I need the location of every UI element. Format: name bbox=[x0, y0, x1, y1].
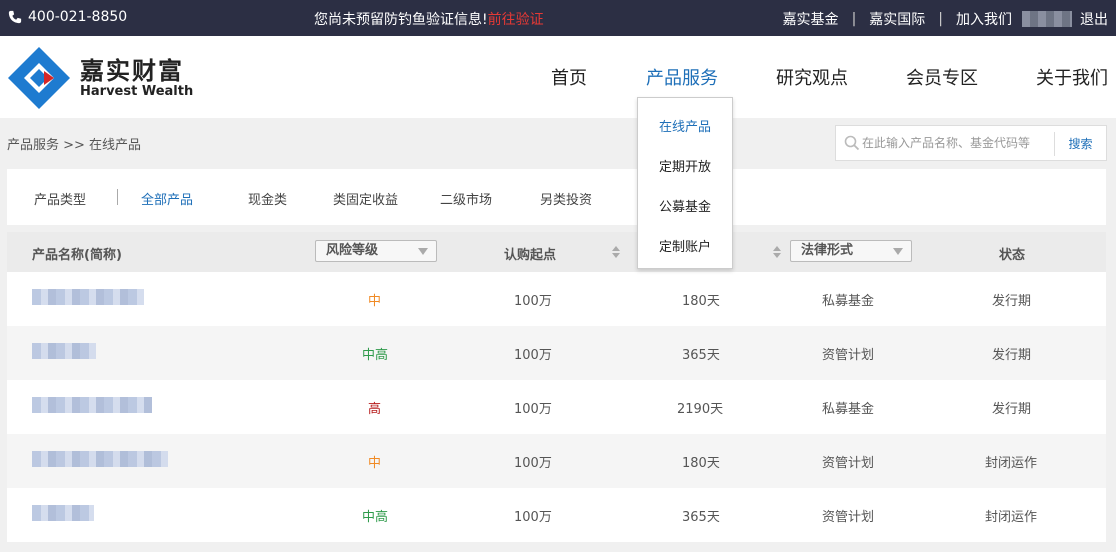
filter-divider bbox=[117, 189, 118, 205]
nav-products[interactable]: 产品服务 bbox=[646, 64, 718, 90]
risk-level: 高 bbox=[368, 402, 382, 417]
risk-level: 中高 bbox=[362, 510, 389, 525]
search-input[interactable] bbox=[862, 127, 1052, 159]
product-name-redacted[interactable] bbox=[32, 451, 168, 467]
harvest-logo-icon bbox=[8, 47, 70, 109]
filter-secondary-market[interactable]: 二级市场 bbox=[440, 189, 492, 208]
menu-item-periodic-open[interactable]: 定期开放 bbox=[638, 156, 732, 175]
risk-level: 中 bbox=[368, 294, 382, 309]
logout-link[interactable]: 退出 bbox=[1080, 9, 1108, 29]
verify-link[interactable]: 前往验证 bbox=[488, 12, 544, 28]
min-subscription: 100万 bbox=[514, 456, 552, 471]
username-redacted bbox=[1022, 11, 1072, 27]
top-links: 嘉实基金 | 嘉实国际 | 加入我们 退出 bbox=[783, 9, 1108, 29]
phone-icon bbox=[8, 10, 22, 24]
filter-quasi-fixed-income[interactable]: 类固定收益 bbox=[333, 189, 398, 208]
logo-text-cn: 嘉实财富 bbox=[80, 57, 184, 85]
min-subscription: 100万 bbox=[514, 348, 552, 363]
nav-about[interactable]: 关于我们 bbox=[1036, 64, 1108, 90]
chevron-down-icon bbox=[893, 248, 903, 255]
table-row[interactable]: 中高 100万 365天 资管计划 发行期 bbox=[7, 326, 1106, 380]
term: 365天 bbox=[682, 510, 720, 525]
sort-min-subscription-icon[interactable] bbox=[612, 246, 620, 260]
main-header: 嘉实财富 Harvest Wealth 首页 产品服务 研究观点 会员专区 关于… bbox=[0, 36, 1116, 118]
filter-all-products[interactable]: 全部产品 bbox=[141, 189, 193, 208]
nav-research[interactable]: 研究观点 bbox=[776, 64, 848, 90]
search-box: 搜索 bbox=[835, 125, 1107, 161]
nav-home[interactable]: 首页 bbox=[551, 64, 587, 90]
table-row[interactable]: 高 100万 2190天 私募基金 发行期 bbox=[7, 380, 1106, 434]
search-icon bbox=[844, 135, 860, 151]
legal-form: 私募基金 bbox=[822, 402, 875, 417]
breadcrumb: 产品服务 >> 在线产品 bbox=[7, 138, 142, 153]
filter-label: 产品类型 bbox=[34, 193, 87, 208]
min-subscription: 100万 bbox=[514, 294, 552, 309]
product-name-redacted[interactable] bbox=[32, 397, 152, 413]
legal-form: 资管计划 bbox=[822, 510, 875, 525]
term: 180天 bbox=[682, 294, 720, 309]
table-row[interactable]: 中 100万 180天 私募基金 发行期 bbox=[7, 272, 1106, 326]
min-subscription: 100万 bbox=[514, 510, 552, 525]
risk-level: 中高 bbox=[362, 348, 389, 363]
status: 发行期 bbox=[992, 348, 1032, 363]
logo[interactable]: 嘉实财富 Harvest Wealth bbox=[8, 47, 193, 109]
term: 180天 bbox=[682, 456, 720, 471]
min-subscription: 100万 bbox=[514, 402, 552, 417]
legal-form: 资管计划 bbox=[822, 348, 875, 363]
risk-level-select-label: 风险等级 bbox=[326, 243, 379, 258]
chevron-down-icon bbox=[418, 248, 428, 255]
legal-form-select[interactable]: 法律形式 bbox=[790, 240, 912, 262]
product-name-redacted[interactable] bbox=[32, 505, 94, 521]
risk-level-select[interactable]: 风险等级 bbox=[315, 240, 437, 262]
products-dropdown-menu: 在线产品 定期开放 公募基金 定制账户 bbox=[637, 97, 733, 269]
term: 365天 bbox=[682, 348, 720, 363]
menu-item-custom-account[interactable]: 定制账户 bbox=[638, 236, 732, 255]
separator: | bbox=[851, 11, 857, 27]
status: 封闭运作 bbox=[985, 510, 1038, 525]
anti-phishing-notice: 您尚未预留防钓鱼验证信息!前往验证 bbox=[314, 9, 544, 29]
link-harvest-fund[interactable]: 嘉实基金 bbox=[783, 9, 839, 29]
table-row[interactable]: 中高 100万 365天 资管计划 封闭运作 bbox=[7, 488, 1106, 542]
filter-cash[interactable]: 现金类 bbox=[248, 189, 287, 208]
phone-number: 400-021-8850 bbox=[28, 9, 128, 25]
phone-contact: 400-021-8850 bbox=[8, 9, 127, 25]
legal-form-select-label: 法律形式 bbox=[801, 243, 854, 258]
legal-form: 私募基金 bbox=[822, 294, 875, 309]
header-status: 状态 bbox=[999, 248, 1026, 263]
risk-level: 中 bbox=[368, 456, 382, 471]
table-row[interactable]: 中 100万 180天 资管计划 封闭运作 bbox=[7, 434, 1106, 488]
product-type-filter: 产品类型 全部产品 现金类 类固定收益 二级市场 另类投资 bbox=[7, 169, 1106, 225]
menu-item-online-products[interactable]: 在线产品 bbox=[638, 116, 732, 135]
header-min-subscription: 认购起点 bbox=[504, 248, 557, 263]
notice-text: 您尚未预留防钓鱼验证信息! bbox=[314, 12, 488, 28]
status: 封闭运作 bbox=[985, 456, 1038, 471]
filter-alternative[interactable]: 另类投资 bbox=[540, 189, 592, 208]
status: 发行期 bbox=[992, 402, 1032, 417]
table-header: 产品名称(简称) 风险等级 认购起点 法律形式 状态 bbox=[7, 232, 1106, 272]
menu-item-public-funds[interactable]: 公募基金 bbox=[638, 196, 732, 215]
logo-text-en: Harvest Wealth bbox=[80, 84, 194, 99]
product-name-redacted[interactable] bbox=[32, 343, 96, 359]
sort-term-icon[interactable] bbox=[773, 246, 781, 260]
legal-form: 资管计划 bbox=[822, 456, 875, 471]
top-bar: 400-021-8850 您尚未预留防钓鱼验证信息!前往验证 嘉实基金 | 嘉实… bbox=[0, 0, 1116, 36]
link-join-us[interactable]: 加入我们 bbox=[956, 9, 1012, 29]
link-harvest-international[interactable]: 嘉实国际 bbox=[869, 9, 925, 29]
header-product-name: 产品名称(简称) bbox=[32, 248, 122, 263]
nav-members[interactable]: 会员专区 bbox=[906, 64, 978, 90]
term: 2190天 bbox=[677, 402, 724, 417]
product-name-redacted[interactable] bbox=[32, 289, 144, 305]
search-button[interactable]: 搜索 bbox=[1054, 132, 1106, 156]
status: 发行期 bbox=[992, 294, 1032, 309]
separator: | bbox=[938, 11, 943, 27]
